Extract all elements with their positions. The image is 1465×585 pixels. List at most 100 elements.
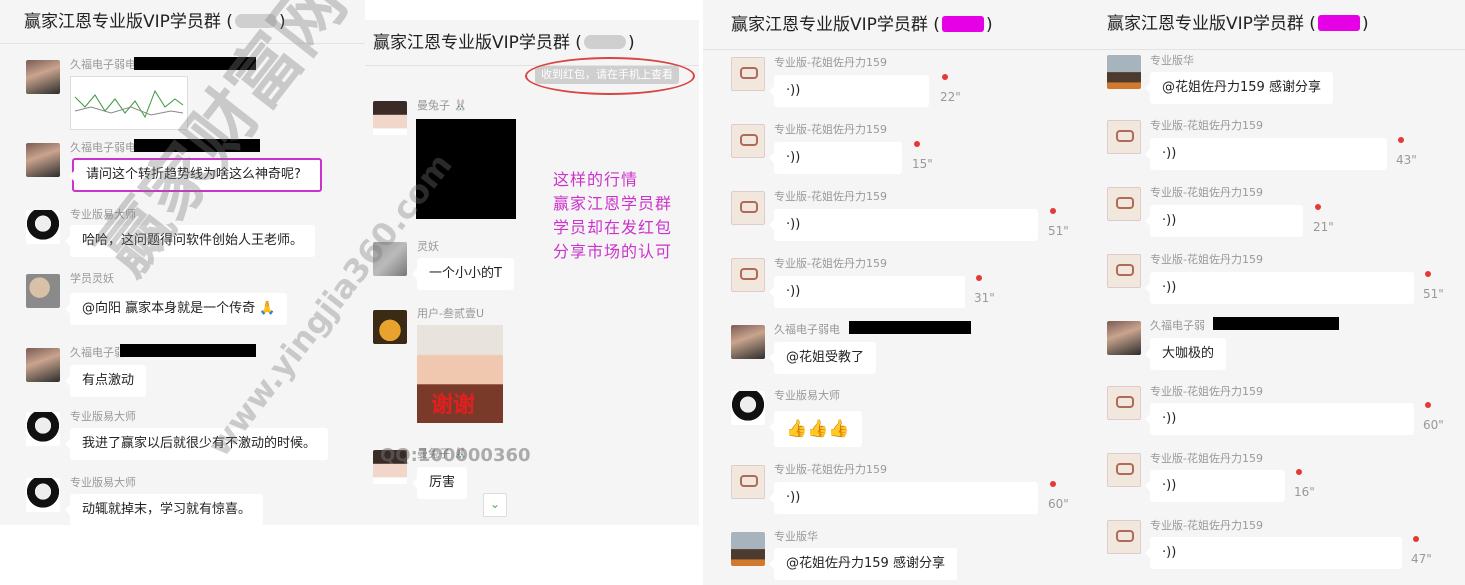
avatar[interactable] [731,124,765,158]
voice-message[interactable]: ·)) [1145,205,1303,237]
voice-message[interactable]: ·)) [1145,470,1285,502]
avatar[interactable] [26,210,60,244]
image-message[interactable] [416,119,516,219]
voice-icon: ·)) [786,150,801,165]
member-count-redacted [234,14,277,28]
unread-dot [914,141,920,147]
avatar[interactable] [1107,520,1141,554]
avatar[interactable] [731,532,765,566]
chat-title: 赢家江恩专业版VIP学员群 ( [24,12,233,32]
avatar[interactable] [1107,120,1141,154]
voice-icon: ·)) [1162,280,1177,295]
avatar[interactable] [373,450,407,484]
sender-name: 专业版-花姐佐丹力159 [1150,519,1263,532]
chat-panel-1: 赢家江恩专业版VIP学员群 () 久福电子弱电 久福电子弱电 请问这个转折趋势线… [0,0,365,525]
voice-message[interactable]: ·)) [769,482,1038,514]
avatar[interactable] [26,143,60,177]
voice-duration: 22" [940,90,961,104]
chat-header: 赢家江恩专业版VIP学员群 () [703,0,1083,50]
message-bubble[interactable]: @向阳 赢家本身就是一个传奇 🙏 [64,293,288,325]
sender-name: 专业版易大师 [70,476,136,489]
unread-dot [976,275,982,281]
avatar[interactable] [373,310,407,344]
sender-name: 学员灵妖 [70,272,114,285]
message-bubble[interactable]: @花姐受教了 [768,342,877,374]
voice-duration: 51" [1048,224,1069,238]
avatar[interactable] [731,465,765,499]
message-bubble[interactable]: 一个小小的T [412,258,514,290]
voice-message[interactable]: ·)) [769,276,965,308]
avatar[interactable] [731,57,765,91]
avatar[interactable] [26,412,60,446]
voice-icon: ·)) [786,217,801,232]
voice-message[interactable]: ·)) [1145,272,1414,304]
sender-name: 久福电子弱电 [70,141,136,154]
avatar[interactable] [26,274,60,308]
redaction-bar [849,321,971,334]
voice-duration: 47" [1411,552,1432,566]
avatar[interactable] [373,242,407,276]
voice-message[interactable]: ·)) [1145,138,1387,170]
chat-header: 赢家江恩专业版VIP学员群 () [1083,0,1465,50]
sender-name: 专业版-花姐佐丹力159 [774,257,887,270]
message-bubble[interactable]: 厉害 [411,467,468,499]
voice-message[interactable]: ·)) [769,142,902,174]
annotation-line: 学员却在发红包 [553,218,673,237]
voice-message[interactable]: ·)) [1145,403,1414,435]
redaction-bar [134,139,260,152]
annotation-line: 赢家江恩学员群 [553,194,673,213]
avatar[interactable] [731,258,765,292]
sender-name: 专业版-花姐佐丹力159 [774,123,887,136]
voice-message[interactable]: ·)) [1145,537,1402,569]
voice-duration: 16" [1294,485,1315,499]
sender-name: 久福电子弱电 [774,323,840,336]
sender-name: 专业版-花姐佐丹力159 [774,56,887,69]
avatar[interactable] [731,325,765,359]
message-bubble[interactable]: 有点激动 [64,365,147,397]
avatar[interactable] [26,348,60,382]
avatar[interactable] [1107,187,1141,221]
message-bubble[interactable]: 👍👍👍 [769,411,862,447]
message-bubble[interactable]: 请问这个转折趋势线为啥这么神奇呢? [69,158,322,192]
avatar[interactable] [1107,386,1141,420]
avatar[interactable] [1107,254,1141,288]
message-bubble[interactable]: 哈哈，这问题得问软件创始人王老师。 [64,225,316,257]
unread-dot [1050,481,1056,487]
voice-icon: ·)) [786,284,801,299]
redaction-bar [1213,317,1339,330]
voice-message[interactable]: ·)) [769,209,1038,241]
message-bubble[interactable]: 我进了赢家以后就很少有不激动的时候。 [64,428,329,460]
chat-header: 赢家江恩专业版VIP学员群 () [0,0,365,44]
image-message[interactable]: 谢谢 [417,325,503,423]
avatar[interactable] [26,478,60,512]
chat-panel-2: 赢家江恩专业版VIP学员群 () 收到红包，请在手机上查看 曼兔子 🐰 灵妖 一… [365,20,699,525]
message-bubble[interactable]: 动辄就掉末，学习就有惊喜。 [64,494,264,525]
sender-name: 专业版华 [774,530,818,543]
sender-name: 专业版-花姐佐丹力159 [1150,452,1263,465]
sender-name: 曼兔子 🐰 [417,447,468,460]
voice-icon: ·)) [1162,411,1177,426]
avatar[interactable] [26,60,60,94]
annotation-line: 这样的行情 [553,170,639,189]
unread-dot [1315,204,1321,210]
avatar[interactable] [1107,55,1141,89]
sender-name: 专业版华 [1150,54,1194,67]
avatar[interactable] [731,191,765,225]
chart-image[interactable] [70,76,188,130]
voice-message[interactable]: ·)) [769,75,929,107]
sender-name: 专业版-花姐佐丹力159 [774,190,887,203]
annotation: 这样的行情 赢家江恩学员群 学员却在发红包 分享市场的认可 [553,168,672,264]
avatar[interactable] [373,101,407,135]
message-bubble[interactable]: @花姐佐丹力159 感谢分享 [1145,72,1333,104]
avatar[interactable] [1107,453,1141,487]
avatar[interactable] [1107,321,1141,355]
message-bubble[interactable]: 大咖极的 [1144,338,1227,370]
avatar[interactable] [731,391,765,425]
sender-name: 专业版易大师 [774,389,840,402]
unread-dot [942,74,948,80]
sender-name: 久福电子弱 [1150,319,1205,332]
scroll-down-button[interactable]: ⌄ [483,493,507,517]
sender-name: 专业版易大师 [70,410,136,423]
sender-name: 专业版-花姐佐丹力159 [1150,119,1263,132]
message-bubble[interactable]: @花姐佐丹力159 感谢分享 [769,548,957,580]
